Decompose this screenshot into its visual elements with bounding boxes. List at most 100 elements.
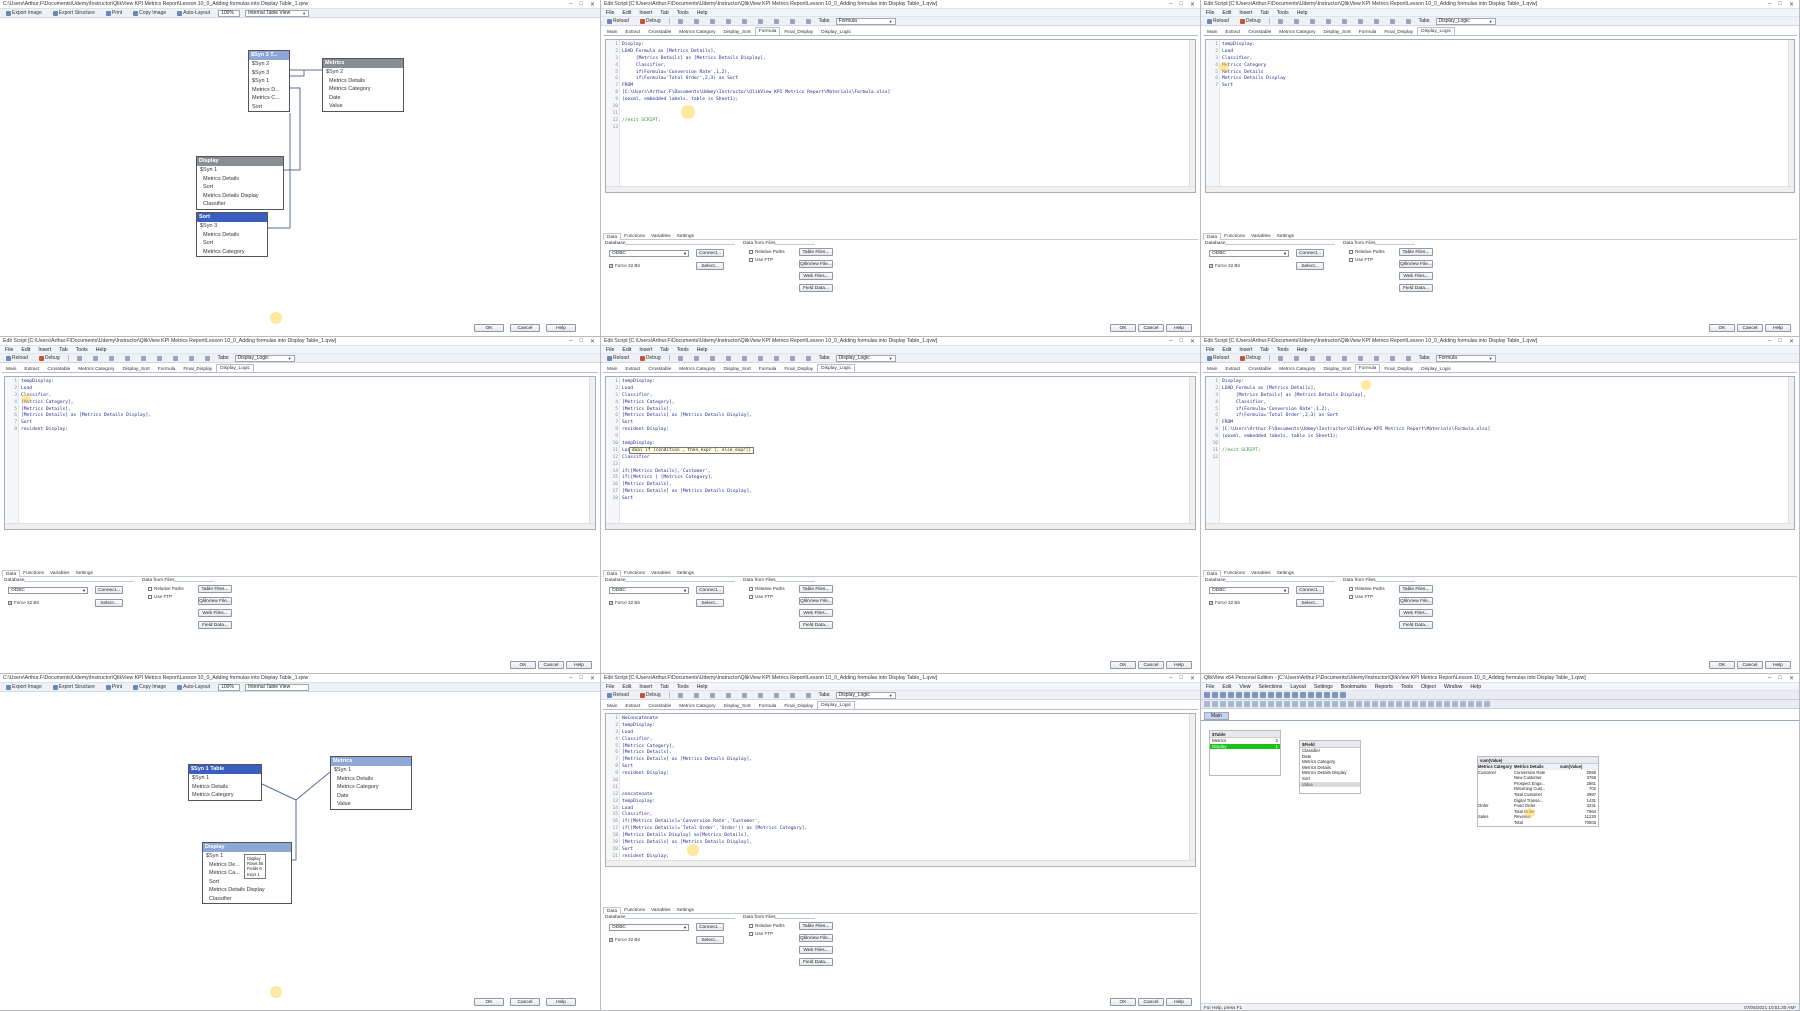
ok-button[interactable]: OK (1709, 661, 1735, 669)
tab-formula[interactable]: Formula (1354, 364, 1381, 372)
table-field[interactable]: Metrics C... (249, 94, 289, 103)
view-select[interactable]: Internal Table View (245, 683, 310, 691)
toolbar-tool-icon[interactable] (691, 355, 702, 362)
toolbar-icon[interactable] (1220, 692, 1226, 698)
tab-crosstable[interactable]: Crosstable (1244, 365, 1275, 372)
horizontal-scrollbar[interactable] (606, 186, 1195, 192)
table-field[interactable]: Date (331, 792, 411, 801)
menu-item-tab[interactable]: Tab (59, 347, 67, 353)
help-button[interactable]: Help (1166, 324, 1192, 332)
toolbar-auto-layout-button[interactable]: Auto-Layout (174, 9, 213, 17)
tab-select[interactable]: Display_Logic ▼ (234, 354, 295, 362)
toolbar-tool-icon[interactable] (787, 692, 798, 699)
tab-display-logic[interactable]: Display_Logic (1417, 365, 1455, 372)
menu-item-tools[interactable]: Tools (677, 684, 689, 690)
menu-item-help[interactable]: Help (96, 347, 107, 353)
menu-item-tools[interactable]: Tools (677, 10, 689, 16)
bottom-tab-data[interactable]: Data (1203, 570, 1222, 577)
toolbar-icon[interactable] (1204, 692, 1210, 698)
menu-item-edit[interactable]: Edit (1222, 10, 1231, 16)
close-icon[interactable]: ✕ (1789, 1, 1794, 8)
bottom-tab-data[interactable]: Data (603, 907, 622, 914)
connect-button[interactable]: Connect... (696, 586, 724, 594)
horizontal-scrollbar[interactable] (606, 860, 1195, 866)
toolbar-icon[interactable] (1324, 692, 1330, 698)
use-ftp-checkbox[interactable]: Use FTP (1349, 594, 1373, 599)
toolbar-icon[interactable] (1468, 701, 1474, 707)
toolbar-tool-icon[interactable] (138, 355, 149, 362)
use-ftp-checkbox[interactable]: Use FTP (749, 257, 773, 262)
qlikview-file-button[interactable]: QlikView File... (1399, 597, 1433, 605)
toolbar-icon[interactable] (1220, 701, 1226, 707)
toolbar-icon[interactable] (1436, 701, 1442, 707)
table-box-display[interactable]: Display $Syn 1 Metrics Details Sort Metrics … (196, 156, 284, 210)
web-files-button[interactable]: Web Files... (1399, 272, 1433, 280)
ok-button[interactable]: OK (1110, 324, 1136, 332)
field-data-button[interactable]: Field Data... (799, 284, 833, 292)
close-icon[interactable]: ✕ (1789, 675, 1794, 682)
bottom-tab-functions[interactable]: Functions (1221, 570, 1248, 577)
toolbar-icon[interactable] (1212, 701, 1218, 707)
force-32-bit-checkbox[interactable]: ✓ Force 32 Bit (1209, 263, 1240, 268)
toolbar-tool-icon[interactable] (771, 355, 782, 362)
menu-item-tools[interactable]: Tools (76, 347, 88, 353)
horizontal-scrollbar[interactable] (606, 523, 1195, 529)
ok-button[interactable]: OK (474, 998, 504, 1006)
menu-item-file[interactable]: File (1206, 347, 1214, 353)
menu-item-object[interactable]: Object (1421, 684, 1436, 690)
field-data-button[interactable]: Field Data... (1399, 284, 1433, 292)
bottom-tab-functions[interactable]: Functions (621, 907, 648, 914)
qlikview-file-button[interactable]: QlikView File... (799, 597, 833, 605)
tab-extract[interactable]: Extract (621, 365, 644, 372)
toolbar-icon[interactable] (1348, 701, 1354, 707)
toolbar-icon[interactable] (1460, 701, 1466, 707)
toolbar-export-image-button[interactable]: Export Image (3, 9, 45, 17)
toolbar-tool-icon[interactable] (1291, 18, 1302, 25)
tab-select[interactable]: Formula ▼ (1435, 354, 1496, 362)
table-field[interactable]: Metrics Details Display (197, 192, 283, 201)
tab-display-sort[interactable]: Display_Sort (1320, 365, 1355, 372)
toolbar-tool-icon[interactable] (803, 355, 814, 362)
menu-item-view[interactable]: View (1239, 684, 1250, 690)
select-button[interactable]: Select... (696, 599, 724, 607)
toolbar-export-structure-button[interactable]: Export Structure (50, 9, 98, 17)
toolbar-tool-icon[interactable] (1339, 355, 1350, 362)
toolbar-tool-icon[interactable] (707, 18, 718, 25)
minimize-icon[interactable]: – (1768, 675, 1771, 682)
web-files-button[interactable]: Web Files... (799, 609, 833, 617)
cancel-button[interactable]: Cancel (1138, 661, 1164, 669)
help-button[interactable]: Help (1166, 998, 1192, 1006)
tab-final-display[interactable]: Final_Display (780, 28, 817, 35)
bottom-tab-settings[interactable]: Settings (1274, 233, 1297, 240)
tab-crosstable[interactable]: Crosstable (43, 365, 74, 372)
table-field[interactable]: Metrics Details (197, 231, 267, 240)
toolbar-tool-icon[interactable] (90, 355, 101, 362)
force-32-bit-checkbox[interactable]: ✓ Force 32 Bit (1209, 600, 1240, 605)
toolbar-print-button[interactable]: Print (103, 683, 125, 691)
cancel-button[interactable]: Cancel (1737, 324, 1763, 332)
toolbar-tool-icon[interactable] (1387, 355, 1398, 362)
tab-display-logic[interactable]: Display_Logic (817, 28, 855, 35)
tab-display-sort[interactable]: Display_Sort (720, 365, 755, 372)
toolbar-tool-icon[interactable] (787, 18, 798, 25)
field-data-button[interactable]: Field Data... (198, 621, 232, 629)
toolbar-tool-icon[interactable] (675, 692, 686, 699)
table-files-button[interactable]: Table Files... (198, 585, 232, 593)
toolbar-icon[interactable] (1260, 701, 1266, 707)
table-field[interactable]: $Syn 1 (331, 766, 411, 775)
menu-item-edit[interactable]: Edit (1222, 347, 1231, 353)
toolbar-copy-image-button[interactable]: Copy Image (130, 9, 169, 17)
tab-extract[interactable]: Extract (20, 365, 43, 372)
relative-paths-checkbox[interactable]: Relative Paths (1349, 249, 1385, 254)
toolbar-tool-icon[interactable] (675, 355, 686, 362)
tab-select[interactable]: Formula ▼ (835, 17, 896, 25)
tab-extract[interactable]: Extract (621, 28, 644, 35)
bottom-tab-functions[interactable]: Functions (621, 233, 648, 240)
maximize-icon[interactable]: □ (1179, 338, 1183, 345)
table-field[interactable]: $Syn 2 (323, 68, 403, 77)
help-button[interactable]: Help (546, 998, 576, 1006)
toolbar-tool-icon[interactable] (803, 692, 814, 699)
toolbar-icon[interactable] (1316, 692, 1322, 698)
tab-formula[interactable]: Formula (754, 27, 781, 35)
table-canvas[interactable]: $Syn 1 Table $Syn 1 Metrics Details Metrics… (0, 692, 600, 988)
